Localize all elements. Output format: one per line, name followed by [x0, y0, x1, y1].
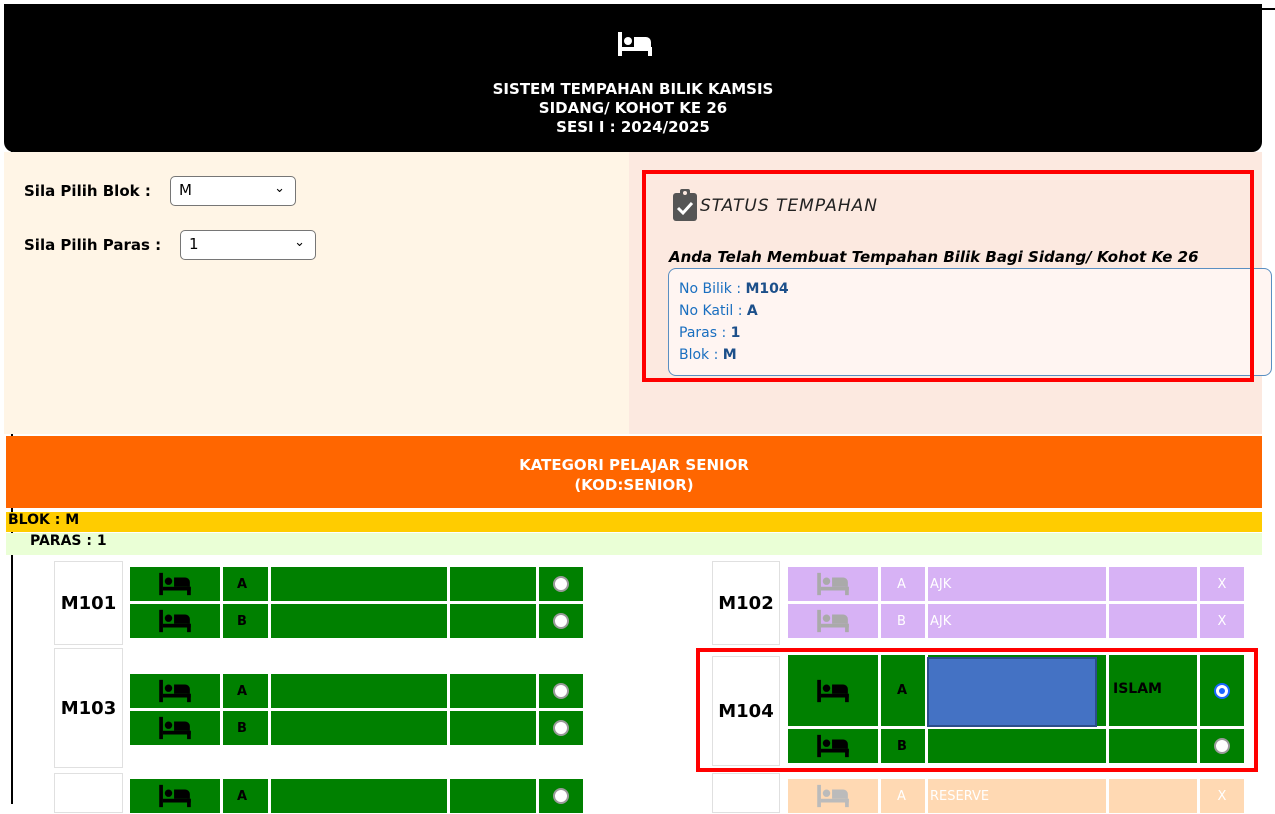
bed-icon — [618, 32, 652, 56]
page-header: SISTEM TEMPAHAN BILIK KAMSIS SIDANG/ KOH… — [4, 4, 1262, 152]
unavailable-mark: X — [1199, 566, 1245, 602]
category-code: (KOD:SENIOR) — [574, 476, 694, 494]
bed-select-cell — [538, 603, 584, 639]
bed-radio-next-a[interactable] — [553, 788, 569, 804]
bed-radio-m103-b[interactable] — [553, 720, 569, 736]
bed-select-cell — [538, 673, 584, 709]
room-m101-label: M101 — [54, 561, 123, 645]
bed-letter: A — [880, 566, 926, 602]
occupant-name — [270, 710, 448, 746]
bed-icon — [817, 609, 849, 633]
bed-icon — [159, 716, 191, 740]
unavailable-mark: X — [1199, 778, 1245, 814]
blok-select-value: M — [179, 181, 192, 199]
paras-select-value: 1 — [189, 235, 199, 253]
bed-letter: B — [880, 603, 926, 639]
bed-cell — [787, 603, 879, 639]
occupant-religion — [449, 778, 537, 814]
chevron-down-icon: ⌄ — [294, 235, 305, 250]
bed-icon — [817, 572, 849, 596]
occupant-name — [270, 778, 448, 814]
room-next-right-label — [712, 773, 780, 813]
room-highlight-box — [696, 648, 1258, 772]
occupant-religion — [449, 603, 537, 639]
occupant-religion — [449, 673, 537, 709]
paras-label: Sila Pilih Paras : — [24, 236, 162, 254]
bed-status: AJK — [927, 603, 1107, 639]
blok-select[interactable]: M ⌄ — [170, 176, 296, 206]
cohort-title: SIDANG/ KOHOT KE 26 — [538, 99, 728, 117]
bed-radio-m103-a[interactable] — [553, 683, 569, 699]
chevron-down-icon: ⌄ — [274, 181, 285, 196]
bed-letter: A — [222, 673, 269, 709]
bed-radio-m101-b[interactable] — [553, 613, 569, 629]
occupant-religion — [449, 566, 537, 602]
bed-letter: B — [222, 603, 269, 639]
bed-icon — [159, 572, 191, 596]
occupant-religion — [1108, 566, 1198, 602]
paras-bar: PARAS : 1 — [6, 533, 1262, 555]
bed-letter: A — [222, 778, 269, 814]
session-title: SESI I : 2024/2025 — [556, 118, 710, 136]
room-m103-label: M103 — [54, 648, 123, 768]
bed-letter: B — [222, 710, 269, 746]
paras-select[interactable]: 1 ⌄ — [180, 230, 316, 260]
bed-status: RESERVE — [927, 778, 1107, 814]
occupant-name — [270, 673, 448, 709]
bed-cell — [787, 566, 879, 602]
bed-select-cell — [538, 566, 584, 602]
bed-cell — [129, 710, 221, 746]
unavailable-mark: X — [1199, 603, 1245, 639]
bed-cell — [129, 778, 221, 814]
occupant-name — [270, 566, 448, 602]
bed-cell — [129, 673, 221, 709]
bed-cell — [129, 603, 221, 639]
bed-icon — [159, 784, 191, 808]
bed-letter: A — [222, 566, 269, 602]
occupant-religion — [449, 710, 537, 746]
category-title: KATEGORI PELAJAR SENIOR — [519, 456, 749, 474]
status-highlight-box — [642, 170, 1254, 382]
bed-icon — [159, 609, 191, 633]
occupant-religion — [1108, 603, 1198, 639]
bed-select-cell — [538, 778, 584, 814]
room-next-left-label — [54, 773, 123, 813]
bed-icon — [159, 679, 191, 703]
bed-letter: A — [880, 778, 926, 814]
bed-cell — [129, 566, 221, 602]
bed-icon — [817, 784, 849, 808]
room-m102-label: M102 — [712, 561, 780, 645]
blok-bar: BLOK : M — [6, 512, 1262, 532]
system-title: SISTEM TEMPAHAN BILIK KAMSIS — [492, 80, 774, 98]
bed-cell — [787, 778, 879, 814]
bed-radio-m101-a[interactable] — [553, 576, 569, 592]
category-header: KATEGORI PELAJAR SENIOR (KOD:SENIOR) — [6, 436, 1262, 508]
occupant-name — [270, 603, 448, 639]
blok-label: Sila Pilih Blok : — [24, 182, 151, 200]
bed-select-cell — [538, 710, 584, 746]
occupant-religion — [1108, 778, 1198, 814]
bed-status: AJK — [927, 566, 1107, 602]
